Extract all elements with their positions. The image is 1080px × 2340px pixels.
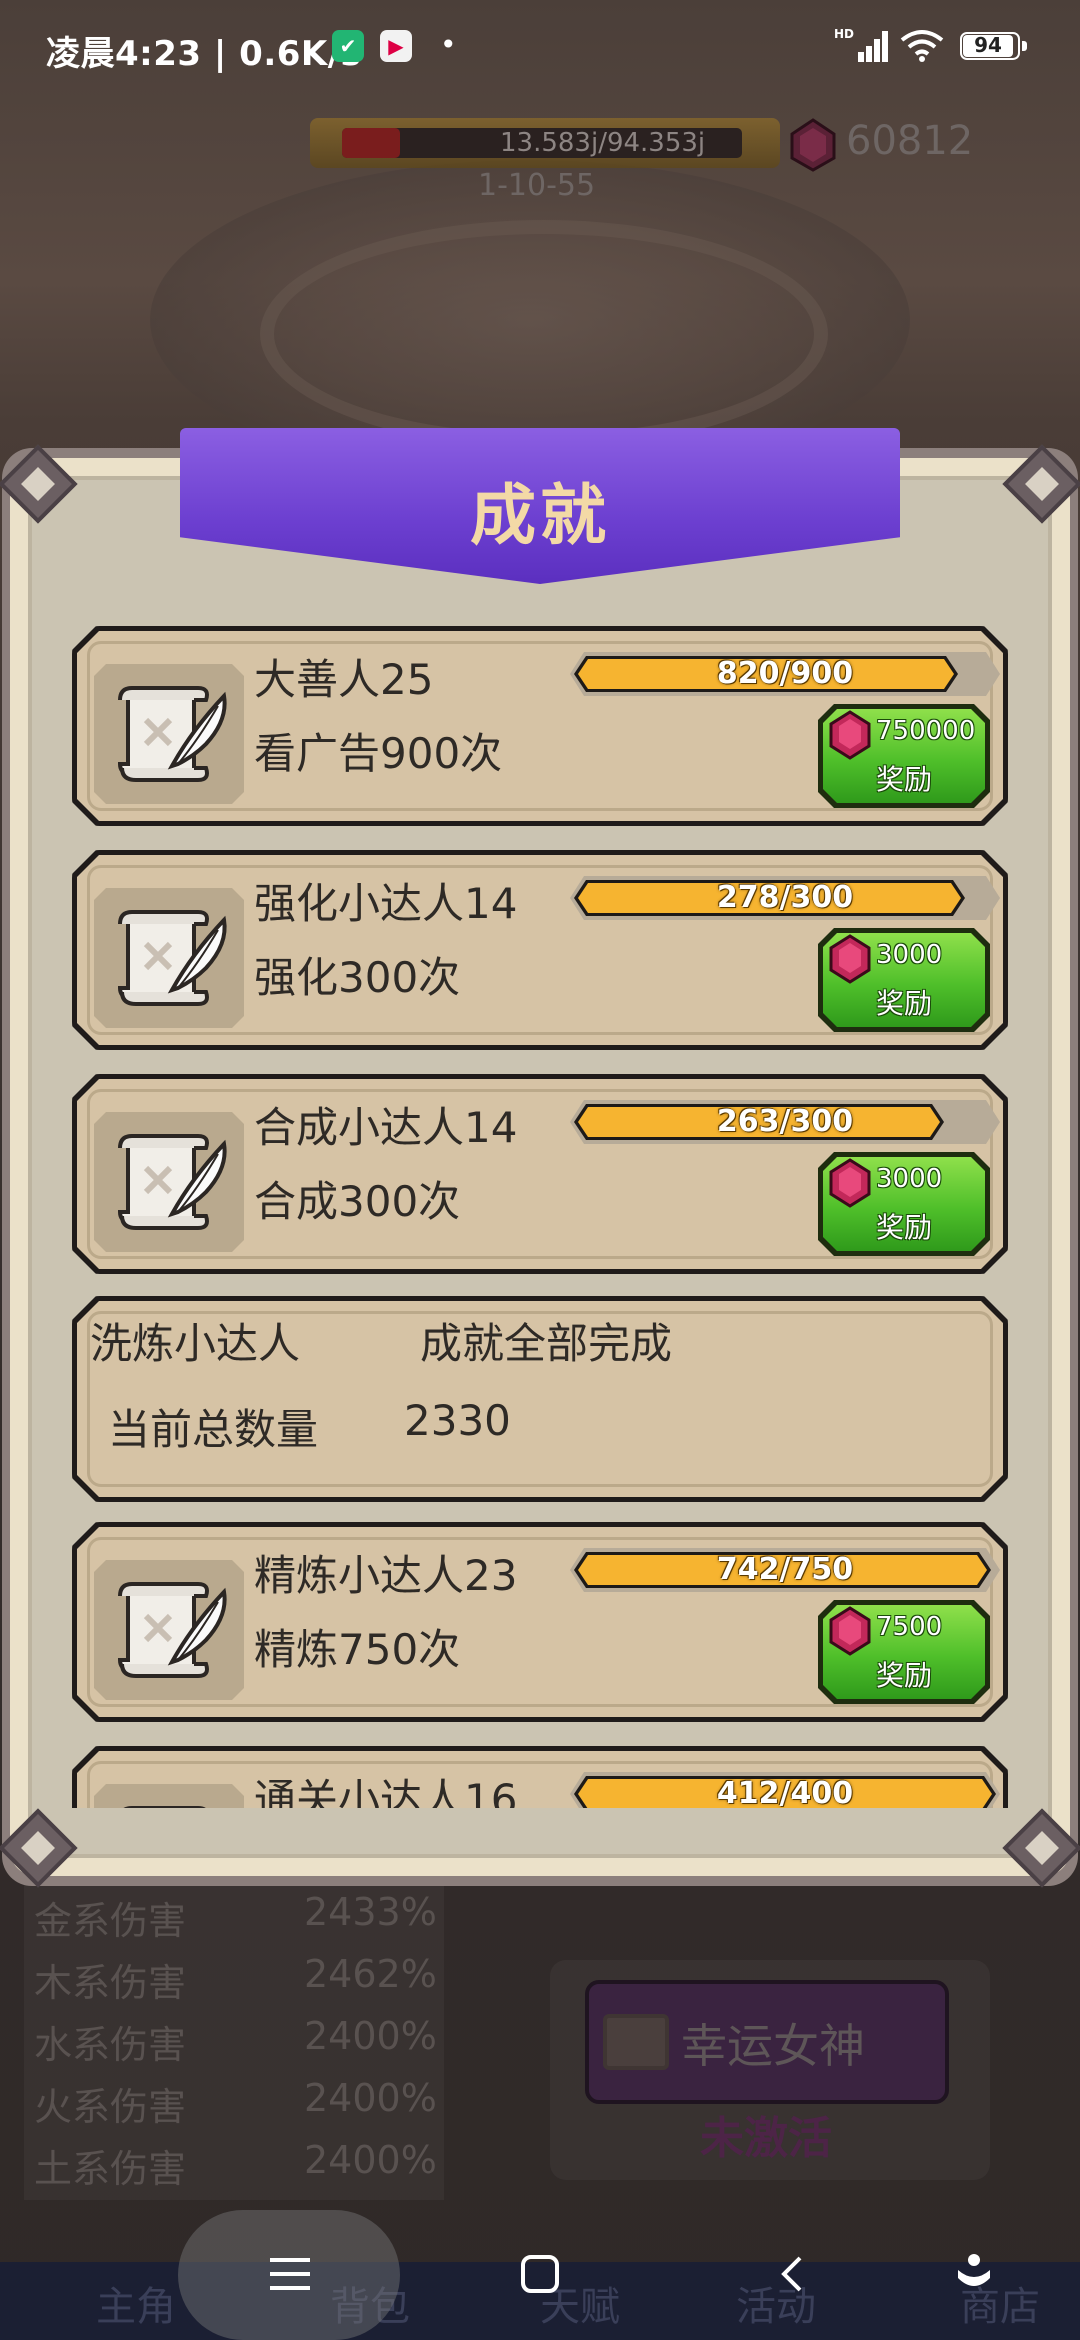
status-time: 凌晨4:23 | 0.6K/s	[46, 34, 362, 74]
achievement-title: 强化小达人14	[254, 879, 518, 928]
achievement-progress-bar: 278/300	[570, 876, 1000, 920]
tab-hero[interactable]: 主角	[96, 2274, 176, 2332]
reward-label: 奖励	[875, 987, 932, 1020]
signal-icon: HD	[834, 27, 888, 62]
progress-text: 820/900	[716, 656, 854, 691]
tv-ad-icon	[603, 2014, 669, 2070]
achievement-desc: 看广告900次	[254, 729, 503, 778]
reward-amount: 7500	[876, 1612, 943, 1642]
red-gem-icon	[828, 934, 872, 984]
modal-title: 成就	[470, 477, 610, 554]
completed-achievement-card: 洗炼小达人 成就全部完成 当前总数量 2330	[72, 1296, 1008, 1502]
battery-icon: 94	[960, 32, 1030, 62]
system-status-bar: 凌晨4:23 | 0.6K/s ✔ ▶ • HD 94	[0, 0, 1080, 92]
security-app-icon: ✔	[332, 30, 364, 62]
total-count-value: 2330	[404, 1396, 511, 1445]
scroll-quill-icon	[94, 1784, 244, 1808]
achievement-progress-bar: 263/300	[570, 1100, 1000, 1144]
lucky-status: 未激活	[700, 2113, 832, 2164]
network-type-label: HD	[834, 27, 854, 41]
scroll-quill-icon	[94, 664, 244, 804]
achievement-card: 强化小达人14 强化300次 278/300 3000 奖励	[72, 850, 1008, 1050]
achievement-title: 大善人25	[254, 655, 434, 704]
achievement-title: 精炼小达人23	[254, 1551, 518, 1600]
reward-label: 奖励	[875, 763, 932, 796]
assistant-icon[interactable]	[954, 2250, 994, 2294]
reward-amount: 3000	[876, 940, 943, 970]
element-damage-stats: 金系伤害 2433% 木系伤害 2462% 水系伤害 2400% 火系伤害 2400% …	[24, 1870, 444, 2200]
claim-reward-button[interactable]: 7500 奖励	[818, 1600, 990, 1704]
achievement-list[interactable]: 大善人25 看广告900次 820/900 750000 奖励 强化小达人14 …	[60, 620, 1020, 1808]
hp-text: 13.583j/94.353j	[500, 128, 706, 158]
claim-reward-button[interactable]: 3000 奖励	[818, 1152, 990, 1256]
claim-reward-button[interactable]: 750000 奖励	[818, 704, 990, 808]
achievement-title: 洗炼小达人	[90, 1319, 301, 1368]
scroll-quill-icon	[94, 888, 244, 1028]
red-gem-icon	[828, 1606, 872, 1656]
battery-level: 94	[974, 33, 1002, 57]
achievement-progress-bar: 412/400	[570, 1772, 1000, 1808]
progress-text: 742/750	[716, 1552, 854, 1587]
back-icon[interactable]	[776, 2254, 806, 2294]
boss-hp-bar: 13.583j/94.353j	[310, 118, 780, 168]
achievement-title: 通关小达人16	[254, 1775, 518, 1808]
claim-reward-button[interactable]: 3000 奖励	[818, 928, 990, 1032]
total-count-label: 当前总数量	[108, 1405, 319, 1454]
achievement-card: 通关小达人16 412/400	[72, 1746, 1008, 1808]
achievement-progress-bar: 820/900	[570, 652, 1000, 696]
reward-amount: 750000	[876, 716, 976, 746]
arena-ring-inner	[260, 220, 828, 448]
play-store-icon: ▶	[380, 30, 412, 62]
progress-text: 412/400	[716, 1776, 854, 1808]
scroll-quill-icon	[94, 1560, 244, 1700]
notification-dot-icon: •	[440, 28, 457, 61]
menu-icon[interactable]	[270, 2256, 310, 2292]
gem-count: 60812	[846, 118, 974, 164]
achievement-status: 成就全部完成	[420, 1319, 673, 1368]
lucky-goddess-label: 幸运女神	[681, 2019, 865, 2073]
reward-amount: 3000	[876, 1164, 943, 1194]
achievement-card: 合成小达人14 合成300次 263/300 3000 奖励	[72, 1074, 1008, 1274]
red-gem-icon	[828, 1158, 872, 1208]
achievement-desc: 强化300次	[254, 953, 461, 1002]
stage-level: 1-10-55	[478, 168, 596, 203]
progress-text: 263/300	[716, 1104, 854, 1139]
achievement-progress-bar: 742/750	[570, 1548, 1000, 1592]
modal-title-banner: 成就	[180, 428, 900, 584]
achievement-desc: 精炼750次	[254, 1625, 461, 1674]
red-gem-icon	[828, 710, 872, 760]
wifi-icon	[900, 30, 944, 62]
scroll-quill-icon	[94, 1112, 244, 1252]
gem-icon	[790, 118, 836, 172]
progress-text: 278/300	[716, 880, 854, 915]
achievement-desc: 合成300次	[254, 1177, 461, 1226]
achievement-card: 大善人25 看广告900次 820/900 750000 奖励	[72, 626, 1008, 826]
lucky-goddess-button[interactable]: 幸运女神	[585, 1980, 949, 2104]
home-icon[interactable]	[520, 2254, 560, 2294]
reward-label: 奖励	[875, 1659, 932, 1692]
achievement-title: 合成小达人14	[254, 1103, 518, 1152]
achievement-card: 精炼小达人23 精炼750次 742/750 7500 奖励	[72, 1522, 1008, 1722]
reward-label: 奖励	[875, 1211, 932, 1244]
